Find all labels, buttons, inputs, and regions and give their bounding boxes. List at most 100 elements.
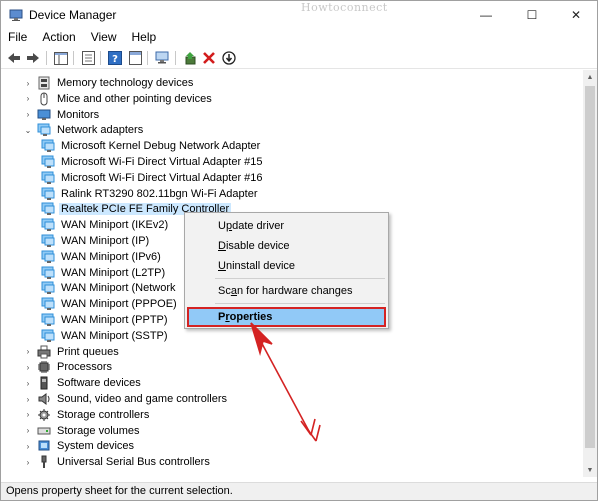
mouse-icon — [37, 92, 51, 106]
tree-item-label: Network adapters — [57, 124, 144, 137]
expand-chevron-icon[interactable]: › — [23, 423, 33, 439]
context-menu-properties[interactable]: Properties — [187, 307, 386, 327]
tree-device-item[interactable]: WAN Miniport (PPTP) — [41, 312, 170, 328]
properties-sheet-icon — [81, 51, 95, 65]
disable-device-button[interactable] — [221, 50, 237, 66]
tree-item-label: WAN Miniport (IKEv2) — [61, 219, 169, 232]
tree-device-item[interactable]: Microsoft Kernel Debug Network Adapter — [41, 138, 262, 154]
watermark-text: Howtoconnect — [301, 1, 388, 14]
tree-device-item[interactable]: WAN Miniport (IP) — [41, 233, 151, 249]
expand-chevron-icon[interactable]: › — [23, 454, 33, 470]
scrollbar-thumb[interactable] — [585, 86, 595, 448]
tree-device-item[interactable]: WAN Miniport (Network — [41, 280, 178, 296]
network-icon — [41, 234, 55, 248]
scroll-down-button[interactable]: ▼ — [583, 463, 597, 477]
memory-icon — [37, 76, 51, 90]
properties-toolbar-button[interactable] — [80, 50, 96, 66]
maximize-button[interactable]: ☐ — [509, 1, 555, 29]
storage-controller-icon — [37, 408, 51, 422]
tree-item-label: Mice and other pointing devices — [57, 92, 212, 105]
status-bar: Opens property sheet for the current sel… — [1, 482, 597, 500]
context-menu-disable-device[interactable]: Disable device — [187, 236, 386, 256]
scan-hardware-button[interactable] — [154, 50, 170, 66]
expand-chevron-icon[interactable]: › — [23, 438, 33, 454]
expand-chevron-icon[interactable]: › — [23, 107, 33, 123]
context-menu-separator — [215, 278, 385, 279]
tree-device-item[interactable]: Ralink RT3290 802.11bgn Wi-Fi Adapter — [41, 186, 259, 202]
context-menu-uninstall-device[interactable]: Uninstall device — [187, 256, 386, 276]
menu-view[interactable]: View — [84, 29, 123, 47]
menu-action[interactable]: Action — [35, 29, 81, 47]
tree-category[interactable]: › Print queues — [23, 344, 121, 360]
tree-device-item[interactable]: WAN Miniport (SSTP) — [41, 328, 170, 344]
show-hide-console-tree-button[interactable] — [53, 50, 69, 66]
network-icon — [41, 218, 55, 232]
update-driver-icon — [185, 52, 196, 65]
action-pane-button[interactable] — [127, 50, 143, 66]
tree-category[interactable]: › Sound, video and game controllers — [23, 391, 229, 407]
network-icon — [41, 155, 55, 169]
menu-bar: File Action View Help — [1, 29, 597, 47]
tree-device-item[interactable]: Microsoft Wi-Fi Direct Virtual Adapter #… — [41, 154, 265, 170]
tree-device-item[interactable]: WAN Miniport (PPPOE) — [41, 296, 179, 312]
tree-item-label: WAN Miniport (PPPOE) — [61, 298, 177, 311]
tree-item-label: Microsoft Kernel Debug Network Adapter — [61, 140, 261, 153]
system-icon — [37, 439, 51, 453]
close-button[interactable]: ✕ — [553, 1, 598, 29]
context-menu-update-driver[interactable]: Update driver — [187, 216, 386, 236]
tree-item-label: Microsoft Wi-Fi Direct Virtual Adapter #… — [61, 156, 263, 168]
expand-chevron-icon[interactable]: › — [23, 391, 33, 407]
expand-chevron-icon[interactable]: › — [23, 91, 33, 107]
tree-device-item[interactable]: WAN Miniport (IKEv2) — [41, 217, 170, 233]
title-bar[interactable]: Device Manager Howtoconnect — ☐ ✕ — [1, 1, 597, 29]
collapse-chevron-icon[interactable]: ⌄ — [23, 122, 33, 138]
tree-item-label: Processors — [57, 361, 113, 374]
tree-item-label: Memory technology devices — [57, 77, 194, 89]
tree-category[interactable]: › Storage volumes — [23, 423, 142, 439]
back-button[interactable] — [6, 50, 22, 66]
minimize-button[interactable]: — — [463, 1, 509, 29]
tree-category[interactable]: › Memory technology devices — [23, 75, 195, 91]
scroll-down-arrow-icon: ▼ — [586, 466, 594, 474]
network-icon — [41, 313, 55, 327]
tree-item-label: Ralink RT3290 802.11bgn Wi-Fi Adapter — [61, 187, 258, 200]
tree-category[interactable]: › Storage controllers — [23, 407, 151, 423]
expand-chevron-icon[interactable]: › — [23, 359, 33, 375]
tree-category[interactable]: › Software devices — [23, 375, 143, 391]
expand-chevron-icon[interactable]: › — [23, 375, 33, 391]
network-icon — [41, 139, 55, 153]
scroll-up-button[interactable]: ▲ — [583, 70, 597, 84]
tree-category[interactable]: › Monitors — [23, 107, 101, 123]
vertical-scrollbar[interactable]: ▲ ▼ — [583, 70, 597, 477]
update-driver-button[interactable] — [182, 50, 198, 66]
tree-item-label: WAN Miniport (SSTP) — [61, 329, 168, 342]
expand-chevron-icon[interactable]: › — [23, 407, 33, 423]
context-menu-scan-for-hardware-changes[interactable]: Scan for hardware changes — [187, 281, 386, 301]
close-icon: ✕ — [570, 8, 582, 22]
back-arrow-icon — [8, 53, 20, 63]
expand-chevron-icon[interactable]: › — [23, 75, 33, 91]
tree-category[interactable]: › Processors — [23, 359, 114, 375]
toolbar-separator — [147, 51, 148, 65]
tree-category[interactable]: › Universal Serial Bus controllers — [23, 454, 212, 470]
device-manager-window: Device Manager Howtoconnect — ☐ ✕ File A… — [0, 0, 598, 501]
tree-device-item[interactable]: WAN Miniport (IPv6) — [41, 249, 163, 265]
network-icon — [41, 187, 55, 201]
help-button[interactable]: ? — [107, 50, 123, 66]
uninstall-device-button[interactable] — [201, 50, 217, 66]
scan-monitor-icon — [155, 51, 168, 64]
tree-category[interactable]: › Mice and other pointing devices — [23, 91, 214, 107]
tree-category[interactable]: ⌄ Network adapters — [23, 122, 145, 138]
expand-chevron-icon[interactable]: › — [23, 344, 33, 360]
forward-button[interactable] — [25, 50, 41, 66]
tree-device-item[interactable]: WAN Miniport (L2TP) — [41, 265, 167, 281]
svg-text:?: ? — [112, 54, 118, 65]
speaker-icon — [37, 392, 51, 406]
network-icon — [37, 123, 51, 137]
tree-category[interactable]: › System devices — [23, 438, 136, 454]
toolbar-separator — [175, 51, 176, 65]
menu-help[interactable]: Help — [125, 29, 163, 47]
menu-file[interactable]: File — [1, 29, 33, 47]
tree-item-label: WAN Miniport (L2TP) — [61, 266, 166, 279]
tree-device-item[interactable]: Microsoft Wi-Fi Direct Virtual Adapter #… — [41, 170, 265, 186]
